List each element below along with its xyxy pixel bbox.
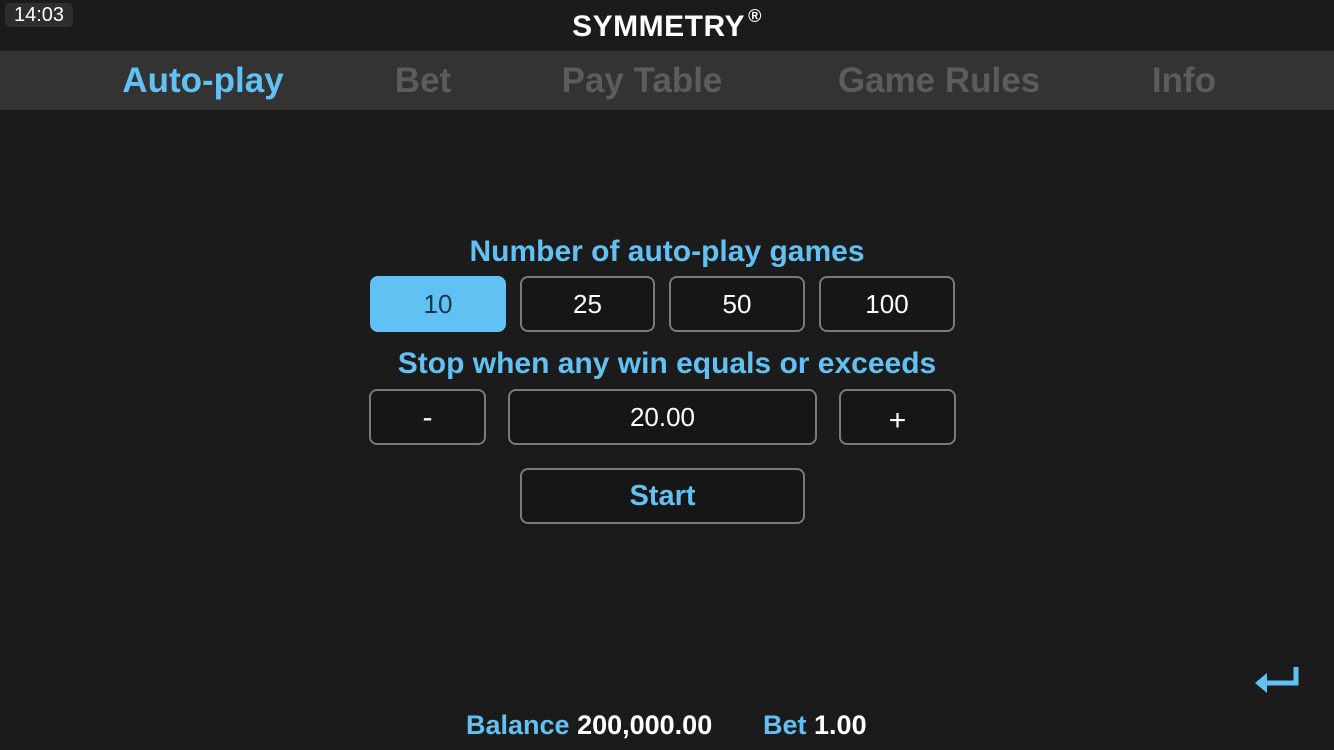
games-option-50[interactable]: 50 [669, 276, 805, 332]
app-title-text: SYMMETRY [572, 10, 746, 43]
app-title: SYMMETRY ® [0, 6, 1334, 44]
decrease-button[interactable]: - [369, 389, 486, 445]
stop-value-field[interactable]: 20.00 [508, 389, 817, 445]
enter-return-icon[interactable] [1252, 664, 1302, 696]
bet-value: 1.00 [814, 710, 867, 740]
balance-label: Balance [466, 710, 570, 740]
games-option-25[interactable]: 25 [520, 276, 655, 332]
trademark-mark: ® [748, 6, 762, 26]
tab-auto-play[interactable]: Auto-play [122, 51, 283, 110]
balance-value: 200,000.00 [577, 710, 713, 740]
tab-info[interactable]: Info [1152, 51, 1216, 110]
tab-game-rules[interactable]: Game Rules [838, 51, 1040, 110]
games-option-100[interactable]: 100 [819, 276, 955, 332]
bet-label: Bet [763, 710, 807, 740]
increase-button[interactable]: + [839, 389, 956, 445]
stop-win-label: Stop when any win equals or exceeds [397, 347, 937, 380]
games-count-label: Number of auto-play games [469, 235, 865, 268]
tab-pay-table[interactable]: Pay Table [562, 51, 723, 110]
tab-bar: Auto-play Bet Pay Table Game Rules Info [0, 51, 1334, 110]
start-button[interactable]: Start [520, 468, 805, 524]
screen: 14:03 SYMMETRY ® Auto-play Bet Pay Table … [0, 0, 1334, 750]
games-option-10[interactable]: 10 [370, 276, 506, 332]
bet-display: Bet 1.00 [763, 710, 867, 741]
tab-bet[interactable]: Bet [395, 51, 451, 110]
balance-display: Balance 200,000.00 [466, 710, 712, 741]
